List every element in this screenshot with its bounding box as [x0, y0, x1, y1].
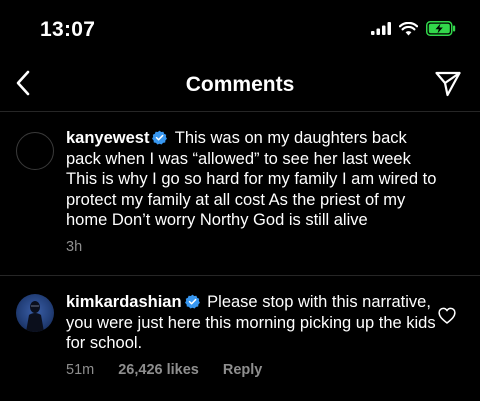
comment-meta: 51m 26,426 likes Reply [66, 362, 262, 378]
comment-body: kimkardashian Please stop with this narr… [66, 292, 440, 354]
likes-count[interactable]: 26,426 likes [118, 362, 199, 378]
verified-badge-icon [184, 294, 200, 309]
reply-button[interactable]: Reply [223, 362, 263, 378]
comment-meta: 3h [66, 239, 82, 255]
avatar[interactable] [16, 132, 54, 170]
comment-time: 3h [66, 239, 83, 255]
heart-icon [438, 307, 456, 328]
comment-divider [0, 275, 480, 276]
comment-body: kanyewest This was on my daughters back … [66, 128, 440, 231]
comment-time: 51m [66, 362, 95, 378]
send-icon [434, 70, 462, 103]
header-bar: Comments [0, 60, 480, 110]
battery-charging-icon [426, 21, 456, 41]
like-button[interactable] [438, 307, 456, 325]
header-divider [0, 111, 480, 112]
status-time: 13:07 [40, 18, 96, 41]
username[interactable]: kanyewest [66, 129, 149, 147]
page-title: Comments [185, 73, 295, 96]
wifi-icon [398, 21, 419, 41]
signal-icon [371, 22, 391, 40]
avatar[interactable] [16, 294, 54, 332]
username[interactable]: kimkardashian [66, 293, 182, 311]
status-icons [371, 20, 456, 42]
share-button[interactable] [432, 70, 464, 102]
status-bar: 13:07 [0, 0, 480, 60]
verified-badge-icon [152, 130, 168, 145]
